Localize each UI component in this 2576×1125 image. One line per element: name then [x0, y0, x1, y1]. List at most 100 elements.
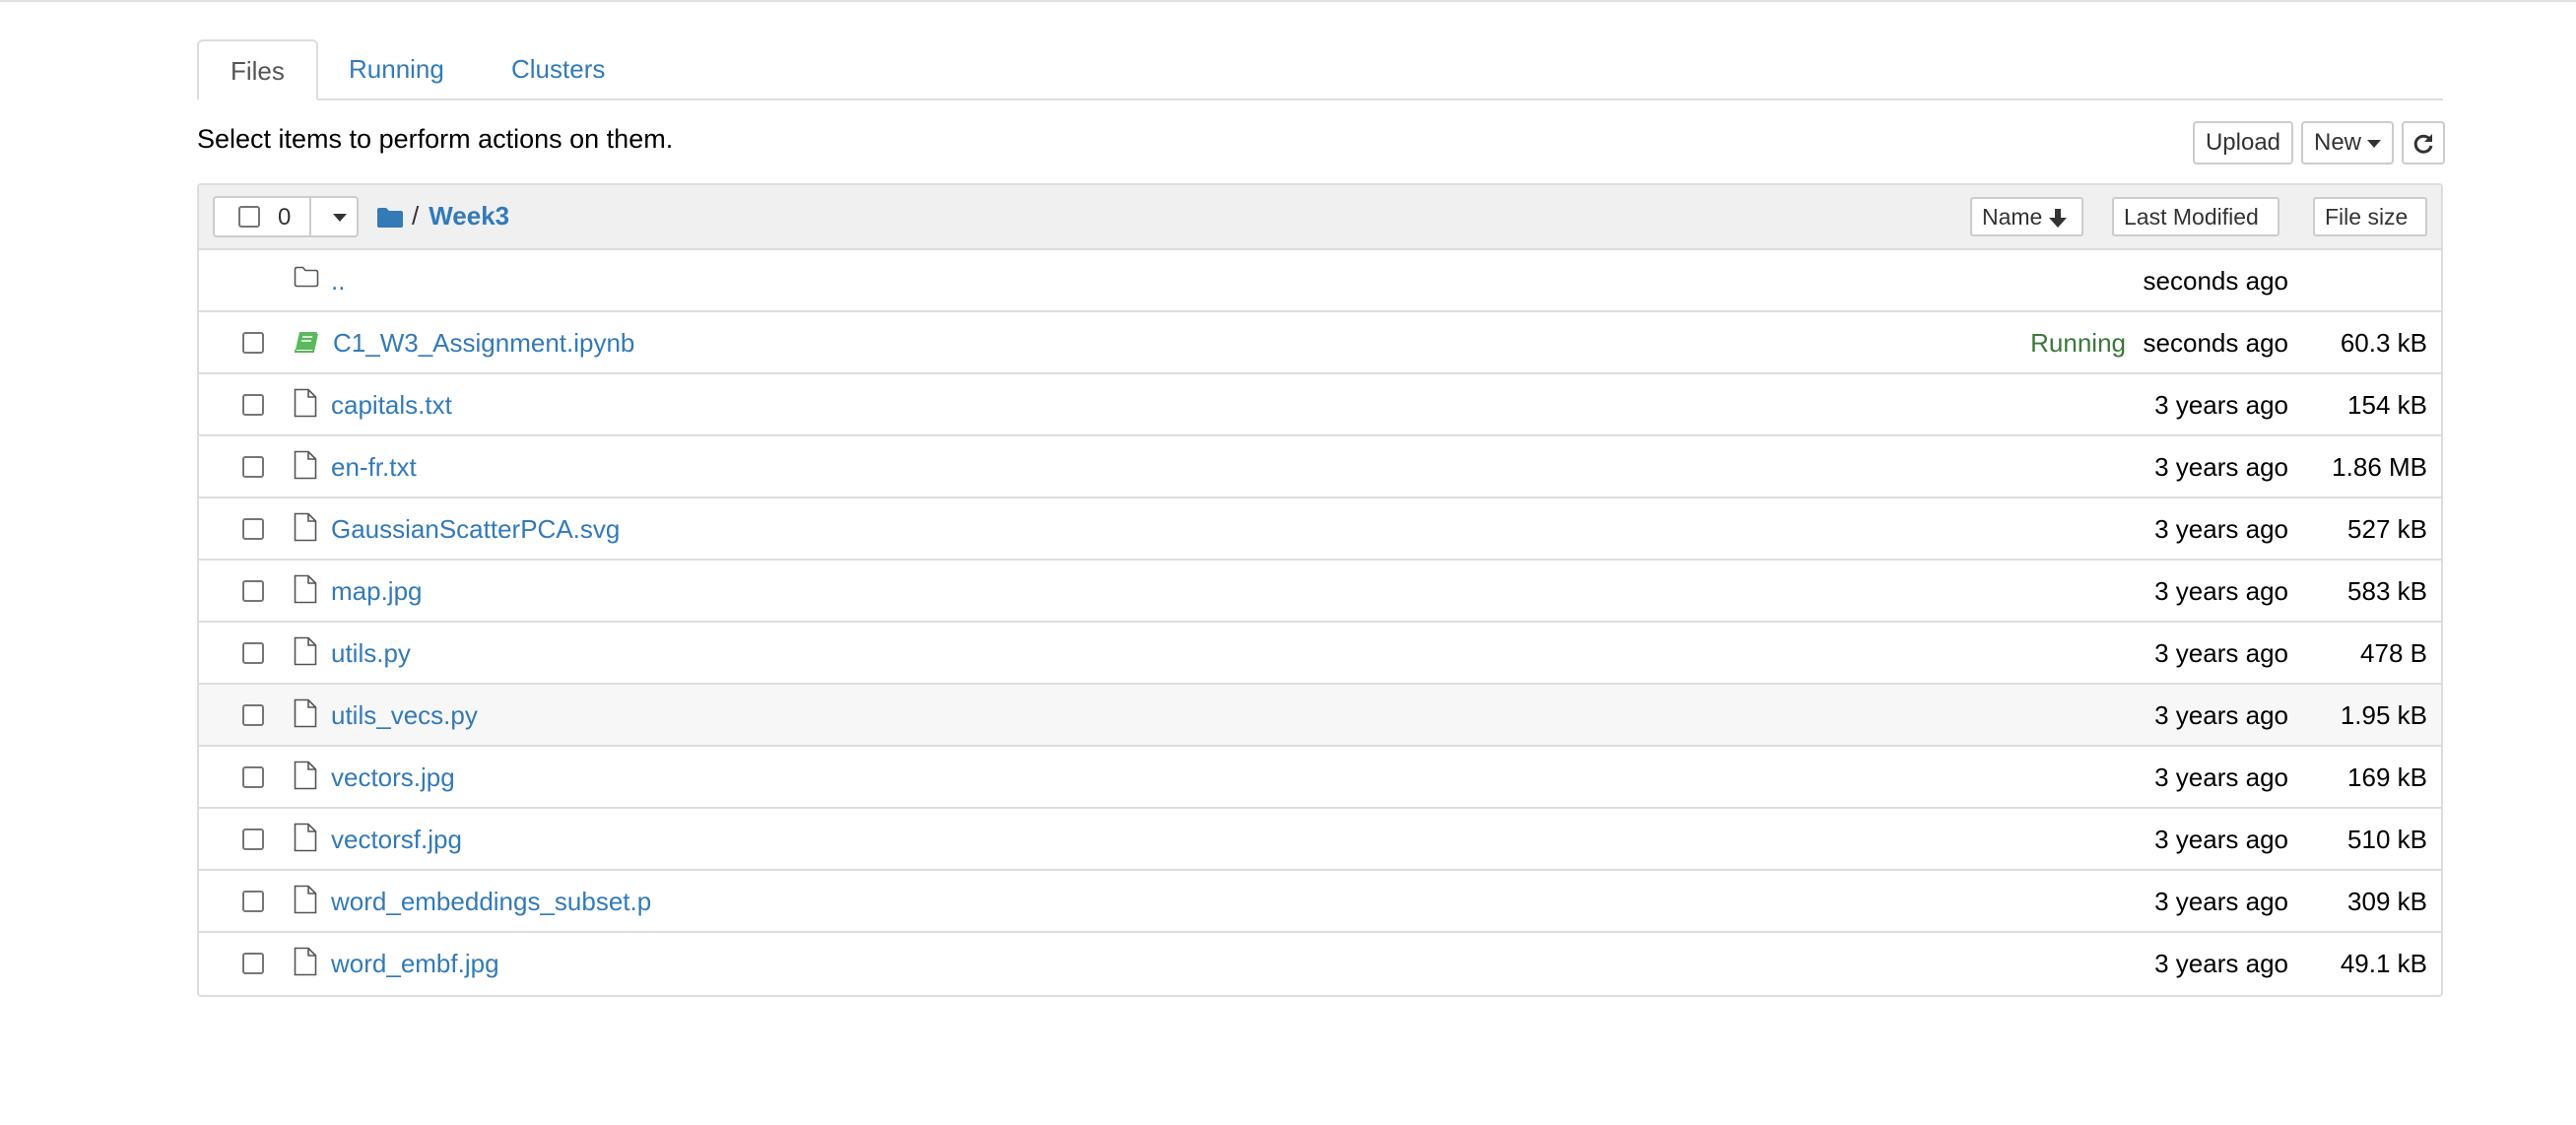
- file-icon: [294, 698, 317, 733]
- sort-modified-button[interactable]: Last Modified: [2112, 197, 2279, 236]
- file-name-link[interactable]: utils.py: [331, 638, 411, 669]
- row-checkbox[interactable]: [242, 518, 264, 540]
- file-size: 1.86 MB: [2332, 452, 2427, 482]
- row-checkbox[interactable]: [242, 704, 264, 726]
- file-size: 527 kB: [2347, 514, 2427, 544]
- top-border: [0, 0, 2576, 2]
- select-dropdown-icon[interactable]: [333, 214, 347, 222]
- file-row[interactable]: word_embf.jpg 3 years ago 49.1 kB: [199, 933, 2441, 995]
- file-name-link[interactable]: ..: [331, 266, 345, 297]
- file-browser: Files Running Clusters Select items to p…: [197, 39, 2445, 997]
- file-icon: [294, 823, 317, 852]
- file-size: 583 kB: [2347, 576, 2427, 606]
- tab-bar: Files Running Clusters: [197, 39, 2443, 100]
- last-modified: 3 years ago: [2154, 949, 2288, 978]
- file-name-link[interactable]: vectors.jpg: [331, 762, 455, 793]
- file-icon: [294, 388, 317, 418]
- file-name-link[interactable]: capitals.txt: [331, 390, 452, 421]
- row-checkbox[interactable]: [242, 456, 264, 478]
- row-checkbox[interactable]: [242, 580, 264, 602]
- file-size: 169 kB: [2347, 762, 2427, 792]
- file-icon: [294, 885, 317, 914]
- select-all-checkbox[interactable]: [238, 206, 260, 228]
- sort-name-label: Name: [1982, 204, 2043, 230]
- file-icon: [294, 450, 317, 480]
- refresh-button[interactable]: [2402, 121, 2445, 165]
- file-row[interactable]: capitals.txt 3 years ago 154 kB: [199, 374, 2441, 436]
- row-checkbox[interactable]: [242, 891, 264, 912]
- file-row[interactable]: utils_vecs.py 3 years ago 1.95 kB: [199, 685, 2441, 747]
- row-checkbox[interactable]: [242, 394, 264, 416]
- file-name-link[interactable]: utils_vecs.py: [331, 700, 478, 731]
- notebook-icon: [295, 332, 318, 353]
- row-checkbox[interactable]: [242, 332, 264, 354]
- select-all-group: 0: [213, 196, 359, 237]
- last-modified: 3 years ago: [2154, 887, 2288, 916]
- last-modified: 3 years ago: [2154, 514, 2288, 544]
- file-name-link[interactable]: word_embeddings_subset.p: [331, 887, 651, 917]
- file-row[interactable]: utils.py 3 years ago 478 B: [199, 623, 2441, 685]
- file-size: 1.95 kB: [2340, 700, 2427, 730]
- tab-clusters[interactable]: Clusters: [480, 39, 636, 99]
- last-modified: 3 years ago: [2154, 825, 2288, 854]
- file-icon: [294, 388, 317, 423]
- sort-name-button[interactable]: Name: [1970, 197, 2083, 236]
- file-size: 49.1 kB: [2340, 949, 2427, 978]
- file-row[interactable]: GaussianScatterPCA.svg 3 years ago 527 kB: [199, 498, 2441, 561]
- file-name-link[interactable]: GaussianScatterPCA.svg: [331, 514, 620, 545]
- file-size: 478 B: [2360, 638, 2427, 668]
- file-icon: [294, 574, 317, 609]
- file-row[interactable]: en-fr.txt 3 years ago 1.86 MB: [199, 436, 2441, 498]
- file-rows: .. seconds ago C1_W3_Assignment.ipynb Runni…: [199, 250, 2441, 995]
- folder-outline-icon: [294, 266, 319, 293]
- file-name-link[interactable]: vectorsf.jpg: [331, 825, 462, 855]
- tab-running[interactable]: Running: [317, 39, 476, 99]
- folder-icon[interactable]: [376, 207, 404, 229]
- file-row[interactable]: vectors.jpg 3 years ago 169 kB: [199, 747, 2441, 809]
- folder-outline-icon: [294, 266, 319, 288]
- last-modified: seconds ago: [2143, 328, 2288, 358]
- toolbar: Select items to perform actions on them.…: [197, 100, 2445, 183]
- file-row[interactable]: C1_W3_Assignment.ipynb Running seconds ago…: [199, 312, 2441, 374]
- file-name-link[interactable]: map.jpg: [331, 576, 423, 607]
- file-icon: [294, 636, 317, 671]
- row-checkbox[interactable]: [242, 766, 264, 788]
- breadcrumb: / Week3: [376, 199, 509, 232]
- last-modified: 3 years ago: [2154, 452, 2288, 482]
- file-icon: [294, 450, 317, 485]
- last-modified: 3 years ago: [2154, 390, 2288, 420]
- last-modified: seconds ago: [2143, 266, 2288, 296]
- file-row[interactable]: .. seconds ago: [199, 250, 2441, 312]
- selection-hint: Select items to perform actions on them.: [197, 124, 674, 154]
- file-size: 309 kB: [2347, 887, 2427, 916]
- file-size: 154 kB: [2347, 390, 2427, 420]
- file-name-link[interactable]: C1_W3_Assignment.ipynb: [333, 328, 634, 359]
- file-row[interactable]: vectorsf.jpg 3 years ago 510 kB: [199, 809, 2441, 871]
- file-icon: [294, 885, 317, 919]
- tab-files[interactable]: Files: [197, 39, 318, 100]
- file-icon: [294, 698, 317, 728]
- file-name-link[interactable]: word_embf.jpg: [331, 949, 499, 979]
- last-modified: 3 years ago: [2154, 700, 2288, 730]
- file-list: 0 / Week3 Name Last Modified File size ..…: [197, 183, 2443, 997]
- new-button[interactable]: New: [2301, 121, 2394, 165]
- breadcrumb-current-folder[interactable]: Week3: [429, 201, 509, 231]
- file-name-link[interactable]: en-fr.txt: [331, 452, 417, 483]
- row-checkbox[interactable]: [242, 953, 264, 974]
- notebook-icon: [294, 330, 319, 359]
- sort-size-button[interactable]: File size: [2313, 197, 2427, 236]
- file-icon: [294, 947, 317, 981]
- row-checkbox[interactable]: [242, 642, 264, 664]
- file-icon: [294, 512, 317, 542]
- file-row[interactable]: map.jpg 3 years ago 583 kB: [199, 561, 2441, 623]
- upload-button[interactable]: Upload: [2193, 121, 2293, 165]
- file-icon: [294, 761, 317, 795]
- breadcrumb-separator: /: [412, 201, 420, 231]
- file-row[interactable]: word_embeddings_subset.p 3 years ago 309 k…: [199, 871, 2441, 933]
- file-icon: [294, 636, 317, 666]
- divider: [309, 198, 311, 235]
- last-modified: 3 years ago: [2154, 576, 2288, 606]
- row-checkbox[interactable]: [242, 828, 264, 850]
- file-size: 510 kB: [2347, 825, 2427, 854]
- file-icon: [294, 947, 317, 976]
